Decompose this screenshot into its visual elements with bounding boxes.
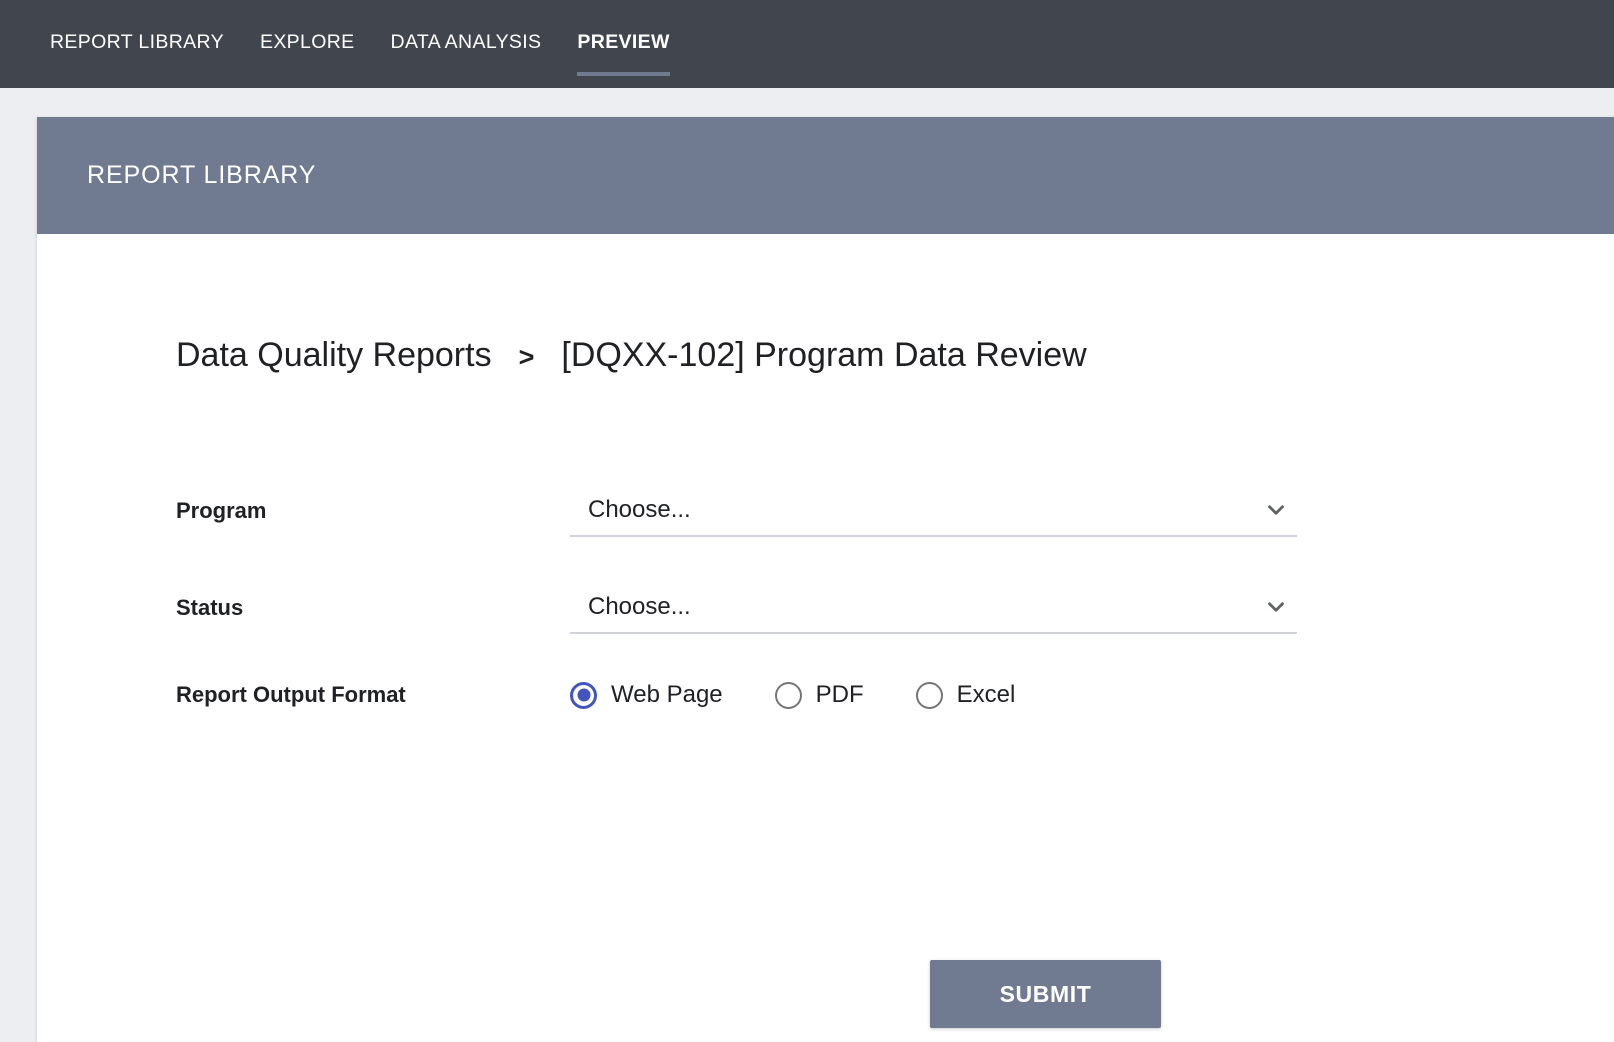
radio-option-web-page[interactable]: Web Page: [570, 681, 723, 709]
breadcrumb: Data Quality Reports > [DQXX-102] Progra…: [176, 336, 1087, 375]
radio-selected-icon: [570, 681, 597, 709]
radio-option-label: Web Page: [611, 681, 723, 708]
status-select-value: Choose...: [588, 593, 691, 620]
submit-button[interactable]: SUBMIT: [930, 960, 1161, 1028]
top-navigation-bar: REPORT LIBRARY EXPLORE DATA ANALYSIS PRE…: [0, 0, 1614, 88]
radio-option-label: Excel: [956, 681, 1016, 708]
nav-tab-report-library[interactable]: REPORT LIBRARY: [50, 0, 224, 88]
breadcrumb-root-link[interactable]: Data Quality Reports: [176, 336, 492, 375]
output-format-radio-group: Web Page PDF Excel: [570, 681, 1015, 709]
breadcrumb-separator: >: [518, 342, 535, 372]
radio-option-excel[interactable]: Excel: [915, 681, 1016, 709]
form-row-program: Program Choose...: [176, 485, 1376, 537]
nav-tab-label: PREVIEW: [577, 31, 670, 53]
form-row-status: Status Choose...: [176, 582, 1376, 634]
card-header: REPORT LIBRARY: [37, 117, 1614, 234]
card-header-title: REPORT LIBRARY: [87, 161, 317, 189]
radio-option-label: PDF: [815, 681, 864, 708]
card-body: Data Quality Reports > [DQXX-102] Progra…: [37, 234, 1614, 1042]
nav-tab-label: EXPLORE: [259, 31, 355, 53]
nav-tab-preview[interactable]: PREVIEW: [577, 0, 670, 88]
active-tab-indicator: [577, 72, 670, 76]
radio-option-pdf[interactable]: PDF: [774, 681, 864, 709]
nav-tab-explore[interactable]: EXPLORE: [260, 0, 355, 88]
form-row-output-format: Report Output Format Web Page PDF Excel: [176, 681, 1376, 709]
report-library-card: REPORT LIBRARY Data Quality Reports > [D…: [37, 117, 1614, 1042]
breadcrumb-current-page: [DQXX-102] Program Data Review: [561, 336, 1087, 374]
status-select[interactable]: Choose...: [570, 582, 1297, 634]
radio-unselected-icon: [774, 681, 802, 709]
program-select-value: Choose...: [588, 496, 691, 523]
radio-unselected-icon: [915, 681, 943, 709]
program-select[interactable]: Choose...: [570, 485, 1297, 537]
report-output-format-label: Report Output Format: [176, 682, 406, 707]
chevron-down-icon: [1263, 497, 1289, 523]
status-label: Status: [176, 595, 244, 620]
nav-tab-label: DATA ANALYSIS: [390, 31, 542, 53]
chevron-down-icon: [1263, 594, 1289, 620]
program-label: Program: [176, 498, 267, 523]
nav-tab-label: REPORT LIBRARY: [50, 31, 224, 53]
nav-tab-data-analysis[interactable]: DATA ANALYSIS: [391, 0, 542, 88]
nav-item-list: REPORT LIBRARY EXPLORE DATA ANALYSIS PRE…: [0, 0, 706, 88]
